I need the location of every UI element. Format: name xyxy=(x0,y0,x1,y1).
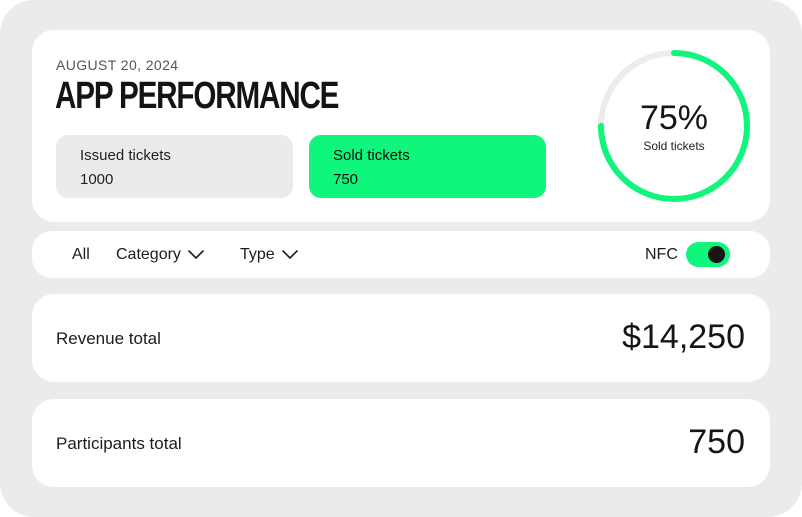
participants-total-label: Participants total xyxy=(56,434,182,453)
issued-tickets-card: Issued tickets 1000 xyxy=(56,135,293,198)
nfc-toggle[interactable] xyxy=(686,242,730,267)
filter-all-label: All xyxy=(72,246,90,263)
issued-tickets-value: 1000 xyxy=(80,171,114,188)
sold-tickets-label: Sold tickets xyxy=(333,147,410,164)
revenue-total-label: Revenue total xyxy=(56,329,161,348)
revenue-total-value: $14,250 xyxy=(622,318,745,356)
report-date: AUGUST 20, 2024 xyxy=(56,57,179,73)
filter-type-label: Type xyxy=(240,246,275,263)
filter-bar: All Category Type NFC xyxy=(32,231,770,278)
revenue-total-card: Revenue total $14,250 xyxy=(32,294,770,382)
sold-percent-label: Sold tickets xyxy=(643,139,705,153)
issued-tickets-label: Issued tickets xyxy=(80,147,171,164)
page-title: APP PERFORMANCE xyxy=(55,75,339,117)
chevron-down-icon xyxy=(188,250,204,259)
nfc-toggle-knob xyxy=(708,246,725,263)
sold-percent: 75% xyxy=(639,99,709,137)
dashboard-frame: AUGUST 20, 2024 APP PERFORMANCE Issued t… xyxy=(0,0,802,517)
performance-card: AUGUST 20, 2024 APP PERFORMANCE Issued t… xyxy=(32,30,770,222)
filter-all[interactable]: All xyxy=(72,246,90,264)
chevron-down-icon xyxy=(281,250,298,259)
participants-total-card: Participants total 750 xyxy=(32,399,770,487)
filter-category-dropdown[interactable]: Category xyxy=(116,246,205,264)
sold-tickets-value: 750 xyxy=(333,171,359,188)
nfc-label: NFC xyxy=(645,246,678,263)
filter-category-label: Category xyxy=(116,246,181,263)
participants-total-value: 750 xyxy=(688,423,745,461)
filter-type-dropdown[interactable]: Type xyxy=(240,246,299,264)
sold-tickets-card: Sold tickets 750 xyxy=(309,135,546,198)
